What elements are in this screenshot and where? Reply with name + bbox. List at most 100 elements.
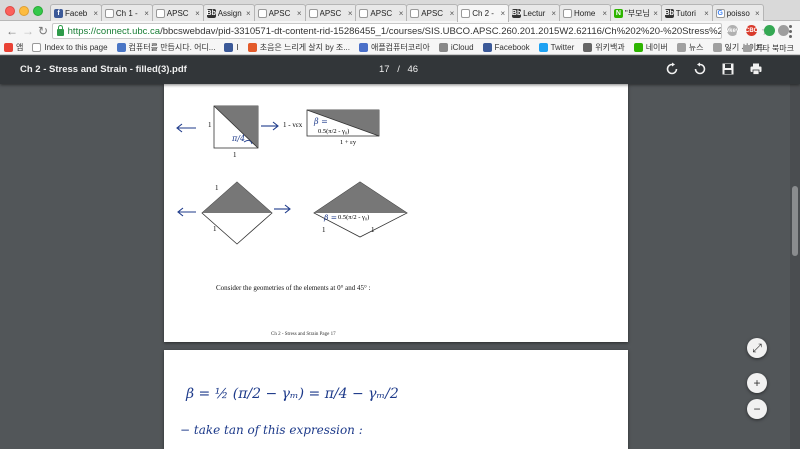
apple-icon	[438, 43, 448, 52]
pdf-page-18: β = ½ (π/2 − γₘ) = π/4 − γₘ/2 − take tan…	[164, 350, 628, 449]
bookmark-3[interactable]: I	[224, 43, 239, 52]
bookmark-2[interactable]: 컴퓨터를 만듭시다. 어디...	[116, 42, 216, 53]
tab-2[interactable]: APSC ×	[151, 4, 204, 21]
bookmark-4[interactable]: 초음은 느리게 살지 by 조...	[247, 42, 350, 53]
beta-formula: 0.5(π/2 - γ₀)	[318, 128, 350, 135]
diamond-element-left	[201, 181, 273, 245]
close-tab-icon[interactable]: ×	[93, 9, 98, 18]
close-tab-icon[interactable]: ×	[704, 9, 709, 18]
google-icon: G	[715, 8, 725, 18]
bookmark-11[interactable]: 뉴스	[676, 42, 704, 53]
forward-arrow-icon[interactable]: →	[22, 24, 34, 38]
tab-6[interactable]: APSC ×	[355, 4, 408, 21]
close-tab-icon[interactable]: ×	[450, 9, 455, 18]
download-icon[interactable]	[721, 62, 735, 76]
extension-gray-icon[interactable]	[778, 25, 789, 36]
extension-vkey-icon[interactable]: vkey	[726, 25, 739, 36]
bookmark-label: iCloud	[450, 43, 474, 52]
bookmark-label: 컴퓨터를 만듭시다. 어디...	[128, 43, 216, 52]
extension-green-icon[interactable]	[764, 25, 775, 36]
rotate-cw-icon[interactable]	[693, 62, 707, 76]
tab-1[interactable]: Ch 1 - ×	[100, 4, 153, 21]
handwritten-equation: β = ½ (π/2 − γₘ) = π/4 − γₘ/2	[186, 386, 399, 402]
diamond-label-1c: 1	[322, 226, 326, 234]
tab-label: APSC	[370, 8, 393, 18]
pdf-page-17: 1 π/4 1 1 - vεx β = 0.5(π/2 - γ₀) 1 + εy…	[164, 84, 628, 342]
bookmark-label: 초음은 느리게 살지 by 조...	[259, 43, 350, 52]
page-current[interactable]: 17	[379, 64, 390, 75]
document-icon	[410, 8, 420, 18]
bookmark-8[interactable]: Twitter	[538, 43, 574, 52]
close-tab-icon[interactable]: ×	[195, 9, 200, 18]
close-tab-icon[interactable]: ×	[348, 9, 353, 18]
scrollbar-thumb[interactable]	[792, 186, 798, 256]
angle-label-pi4: π/4	[232, 134, 246, 143]
plus-icon: +	[753, 376, 761, 390]
tab-0[interactable]: f Faceb ×	[50, 4, 102, 21]
minus-icon: −	[753, 402, 761, 416]
tab-12[interactable]: Bb Tutori ×	[660, 4, 713, 21]
bookmark-6[interactable]: iCloud	[438, 43, 474, 52]
close-tab-icon[interactable]: ×	[551, 9, 556, 18]
zoom-in-button[interactable]: +	[747, 373, 767, 393]
browser-menu-icon[interactable]	[789, 25, 793, 38]
side-label-1-vex: 1 - vεx	[283, 121, 303, 129]
reload-icon[interactable]: ↻	[38, 24, 48, 38]
beta-formula-2: 0.5(π/2 - γ₀)	[338, 214, 370, 221]
bottom-label-1-ey: 1 + εy	[340, 139, 357, 146]
page-icon	[32, 43, 42, 52]
folder-icon	[676, 43, 686, 52]
scrollbar-track[interactable]	[790, 84, 800, 449]
tab-7[interactable]: APSC ×	[406, 4, 459, 21]
back-arrow-icon[interactable]: ←	[6, 24, 18, 38]
other-bookmarks[interactable]: 기타 북마크	[755, 43, 794, 54]
tab-11[interactable]: N "부모님 ×	[609, 4, 662, 21]
tab-label: Home	[574, 8, 596, 18]
address-bar[interactable]: https://connect.ubc.ca/bbcswebdav/pid-33…	[52, 23, 772, 39]
page-separator: /	[397, 64, 400, 75]
close-tab-icon[interactable]: ×	[653, 9, 658, 18]
print-icon[interactable]	[749, 62, 763, 76]
wikipedia-icon	[583, 43, 593, 52]
zoom-out-button[interactable]: −	[747, 399, 767, 419]
extension-cbc-icon[interactable]: CBC	[745, 25, 758, 36]
bookmark-7[interactable]: Facebook	[482, 43, 530, 52]
close-window-button[interactable]	[5, 6, 15, 16]
tab-5[interactable]: APSC ×	[304, 4, 357, 21]
page-footer: Ch 2 - Stress and Strain Page 17	[271, 332, 336, 337]
bookmark-10[interactable]: 네이버	[633, 42, 668, 53]
minimize-window-button[interactable]	[19, 6, 29, 16]
bookmark-1[interactable]: Index to this page	[32, 43, 108, 52]
tab-13[interactable]: Gpoisso ×	[711, 4, 764, 21]
bookmark-0[interactable]: 앱	[4, 42, 23, 53]
close-tab-icon[interactable]: ×	[501, 9, 506, 18]
close-tab-icon[interactable]: ×	[297, 9, 302, 18]
browser-toolbar: ← → ↻ https://connect.ubc.ca/bbcswebdav/…	[0, 21, 800, 41]
tab-10[interactable]: Home ×	[559, 4, 611, 21]
document-icon	[359, 8, 369, 18]
tab-4[interactable]: APSC ×	[253, 4, 306, 21]
tab-9[interactable]: Bb Lectur ×	[508, 4, 561, 21]
tab-3[interactable]: Bb Assign ×	[202, 4, 255, 21]
rotate-ccw-icon[interactable]	[665, 62, 679, 76]
document-icon	[257, 8, 267, 18]
close-tab-icon[interactable]: ×	[399, 9, 404, 18]
close-tab-icon[interactable]: ×	[755, 9, 760, 18]
tab-8[interactable]: Ch 2 - ×	[457, 4, 510, 22]
tab-label: Assign	[217, 8, 242, 18]
arrow-right-handwritten	[261, 121, 279, 131]
fit-page-button[interactable]: ⤢	[747, 338, 767, 358]
arrow-left-handwritten	[176, 123, 196, 133]
close-tab-icon[interactable]: ×	[602, 9, 607, 18]
bookmark-5[interactable]: 애플컴퓨터코리아	[358, 42, 430, 53]
facebook-icon	[482, 43, 492, 52]
close-tab-icon[interactable]: ×	[144, 9, 149, 18]
bookmarks-more[interactable]: »	[727, 44, 731, 53]
bb-icon: Bb	[664, 8, 674, 18]
blogger-icon	[247, 43, 257, 52]
bookmark-9[interactable]: 위키백과	[583, 42, 625, 53]
maximize-window-button[interactable]	[33, 6, 43, 16]
tab-label: poisso	[726, 8, 750, 18]
bookmark-label: I	[236, 43, 239, 52]
close-tab-icon[interactable]: ×	[246, 9, 251, 18]
